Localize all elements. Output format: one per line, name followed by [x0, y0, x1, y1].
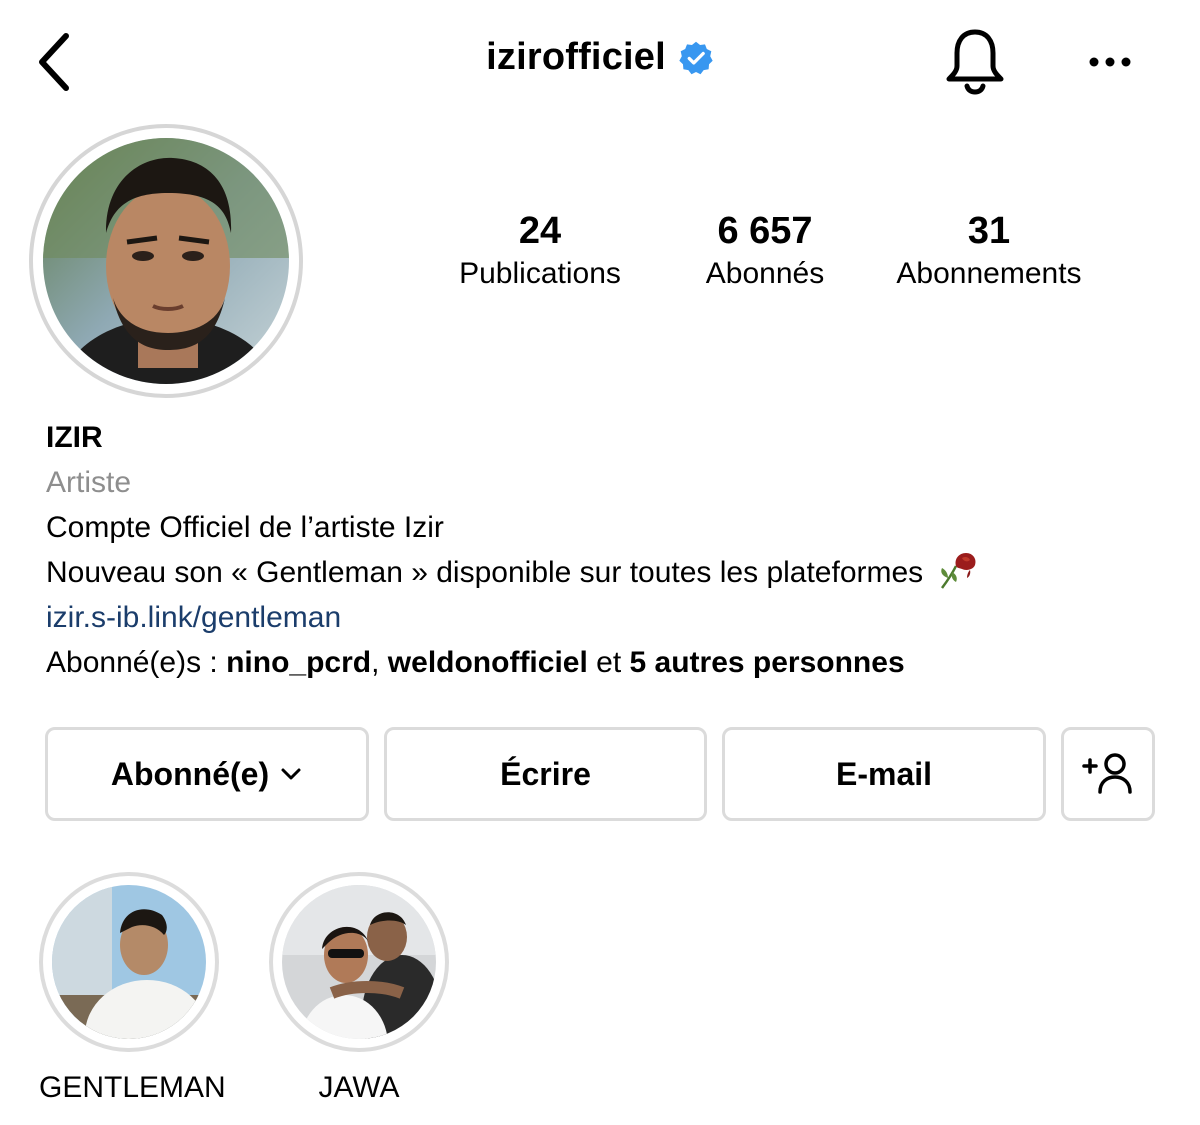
wilted-rose-icon	[940, 553, 976, 589]
followed-by[interactable]: Abonné(e)s : nino_pcrd, weldonofficiel e…	[46, 640, 1166, 685]
stat-publications[interactable]: 24 Publications	[430, 208, 650, 294]
followed-by-user-1[interactable]: nino_pcrd	[226, 646, 371, 679]
highlight-cover-image	[282, 885, 436, 1039]
email-button[interactable]: E-mail	[722, 727, 1046, 821]
notifications-button[interactable]	[942, 26, 1008, 96]
stat-following[interactable]: 31 Abonnements	[874, 208, 1104, 294]
following-count: 31	[967, 210, 1011, 252]
more-horizontal-icon	[1089, 57, 1131, 67]
profile-bio: IZIR Artiste Compte Officiel de l’artist…	[46, 415, 1166, 685]
followed-by-others[interactable]: 5 autres personnes	[630, 646, 905, 679]
publications-label: Publications	[459, 257, 621, 290]
header-title: izirofficiel	[0, 36, 1200, 79]
message-button[interactable]: Écrire	[384, 727, 707, 821]
followed-by-user-2[interactable]: weldonofficiel	[388, 646, 588, 679]
chevron-down-icon	[281, 768, 301, 780]
bell-icon	[946, 29, 1004, 95]
profile-category: Artiste	[46, 466, 132, 499]
profile-name: IZIR	[46, 421, 103, 454]
more-options-button[interactable]	[1082, 40, 1138, 84]
followers-count: 6 657	[717, 210, 813, 252]
followers-label: Abonnés	[705, 257, 825, 290]
profile-username: izirofficiel	[486, 36, 666, 78]
publications-count: 24	[518, 210, 562, 252]
followed-by-conjunction: et	[587, 646, 630, 679]
message-button-label: Écrire	[500, 755, 591, 792]
highlight-cover-image	[52, 885, 206, 1039]
following-button[interactable]: Abonné(e)	[45, 727, 369, 821]
highlight-gentleman[interactable]: GENTLEMAN	[39, 872, 226, 1106]
bio-link[interactable]: izir.s-ib.link/gentleman	[46, 595, 1166, 640]
highlight-label: JAWA	[318, 1071, 400, 1104]
bio-line-1: Compte Officiel de l’artiste Izir	[46, 511, 444, 544]
add-user-button[interactable]	[1061, 727, 1155, 821]
highlight-label: GENTLEMAN	[39, 1071, 226, 1104]
highlight-jawa[interactable]: JAWA	[269, 872, 449, 1106]
highlight-ring	[269, 872, 449, 1052]
stat-followers[interactable]: 6 657 Abonnés	[655, 208, 875, 294]
email-button-label: E-mail	[835, 755, 933, 792]
bio-line-2: Nouveau son « Gentleman » disponible sur…	[46, 550, 1166, 595]
following-button-label: Abonné(e)	[110, 755, 270, 792]
profile-stats: 24 Publications 6 657 Abonnés 31 Abonnem…	[0, 208, 1200, 308]
verified-badge-icon	[679, 41, 713, 74]
following-label: Abonnements	[896, 257, 1082, 290]
add-user-icon	[1082, 753, 1132, 794]
top-bar: izirofficiel	[0, 0, 1200, 125]
followed-by-prefix: Abonné(e)s :	[46, 646, 227, 679]
highlight-ring	[39, 872, 219, 1052]
bio-line-2-text: Nouveau son « Gentleman » disponible sur…	[46, 556, 924, 589]
followed-by-separator: ,	[371, 646, 388, 679]
